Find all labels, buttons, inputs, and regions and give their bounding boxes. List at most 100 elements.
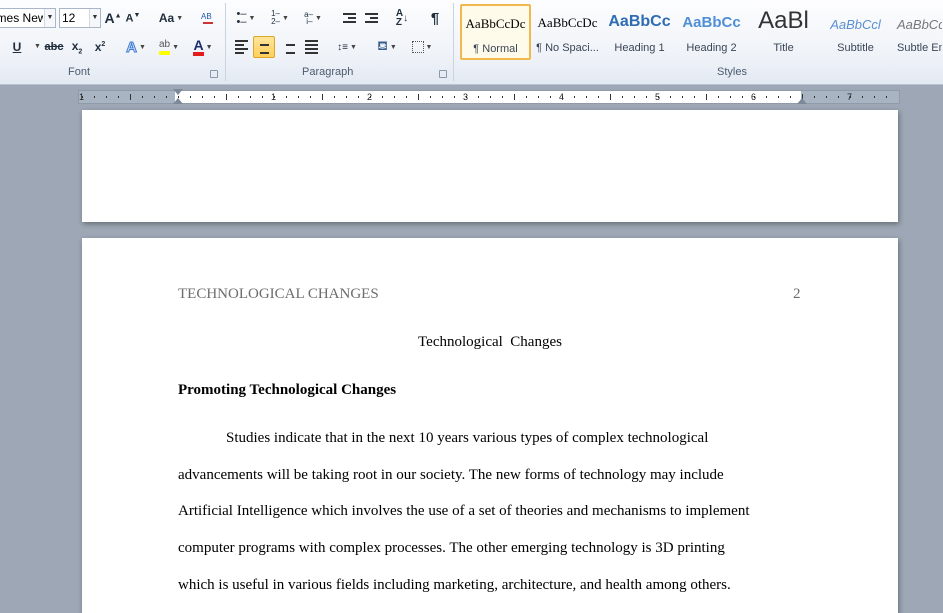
hanging-indent-marker[interactable]: [173, 98, 183, 104]
style-name: ¶ Normal: [473, 43, 518, 55]
paragraph-group-label: Paragraph: [302, 66, 354, 78]
bullets-button[interactable]: •– •– ▼: [231, 7, 261, 29]
ruler-tick: [694, 96, 695, 98]
grow-font-icon: A▲: [104, 10, 122, 26]
chevron-down-icon: ▼: [205, 43, 213, 51]
font-size-combo[interactable]: 12 ▼: [59, 8, 101, 28]
document-page-2[interactable]: TECHNOLOGICAL CHANGES 2 Technological Ch…: [82, 238, 898, 613]
align-left-button[interactable]: [230, 36, 252, 58]
right-indent-marker[interactable]: [797, 98, 807, 104]
text-effects-button[interactable]: A ▼: [122, 36, 150, 58]
ruler-tick: [622, 96, 623, 98]
ruler-tick: [550, 96, 551, 98]
paragraph-line: Artificial Intelligence which involves t…: [178, 503, 750, 519]
ruler-number: 6: [751, 92, 757, 102]
ruler-tick: [298, 96, 299, 98]
ruler-number: 4: [559, 92, 565, 102]
ruler-tick: [814, 96, 815, 98]
shading-button[interactable]: ⛾ ▼: [372, 36, 402, 58]
change-case-button[interactable]: Aa ▼: [157, 7, 185, 29]
align-left-icon: [234, 40, 248, 54]
font-color-button[interactable]: A ▼: [188, 36, 218, 58]
font-color-icon: A: [193, 38, 204, 56]
first-line-indent-marker[interactable]: [173, 89, 183, 95]
font-group-label: Font: [68, 66, 91, 78]
ruler-tick: [154, 96, 155, 98]
multilevel-list-button[interactable]: a– i– ▼: [299, 7, 327, 29]
ruler-number: 3: [463, 92, 469, 102]
style-subtle-emphasis[interactable]: AaBbCcDc Subtle Em...: [892, 4, 943, 60]
show-formatting-marks-button[interactable]: ¶: [425, 7, 445, 29]
highlight-button[interactable]: ab ▼: [154, 36, 184, 58]
style-name: Subtitle: [837, 42, 874, 54]
style-heading-2[interactable]: AaBbCc Heading 2: [676, 4, 747, 60]
group-divider: [225, 3, 226, 81]
ruler-tick: [418, 94, 419, 100]
chevron-down-icon: ▼: [314, 14, 322, 22]
horizontal-ruler[interactable]: 1 1 2 3 4 5 6 7: [78, 89, 900, 104]
ruler-tick: [94, 96, 95, 98]
style-subtitle[interactable]: AaBbCcl Subtitle: [820, 4, 891, 60]
underline-button[interactable]: U: [8, 36, 26, 58]
align-right-button[interactable]: [277, 36, 299, 58]
style-no-spacing[interactable]: AaBbCcDc ¶ No Spaci...: [532, 4, 603, 60]
paragraph-dialog-launcher-icon[interactable]: [439, 70, 447, 78]
font-name-combo[interactable]: Times New Roman ▼: [0, 8, 56, 28]
chevron-down-icon: ▼: [389, 43, 397, 51]
ruler-tick: [142, 96, 143, 98]
ruler-tick: [346, 96, 347, 98]
ruler-tick: [322, 94, 323, 100]
ruler-tick: [382, 96, 383, 98]
chevron-down-icon[interactable]: ▼: [34, 43, 41, 50]
style-normal[interactable]: AaBbCcDc ¶ Normal: [460, 4, 531, 60]
font-dialog-launcher-icon[interactable]: [210, 70, 218, 78]
style-title[interactable]: AaBl Title: [748, 4, 819, 60]
change-case-icon: Aa: [158, 11, 175, 25]
ruler-tick: [778, 96, 779, 98]
running-head: TECHNOLOGICAL CHANGES: [178, 286, 379, 302]
page-number: 2: [793, 286, 801, 302]
strikethrough-button[interactable]: abc: [43, 36, 65, 58]
align-center-button[interactable]: [253, 36, 275, 58]
ruler-tick: [334, 96, 335, 98]
numbering-button[interactable]: 1– 2– ▼: [265, 7, 295, 29]
ruler-number: 1: [79, 92, 85, 102]
chevron-down-icon[interactable]: ▼: [89, 9, 100, 27]
ruler-tick: [682, 96, 683, 98]
style-name: Heading 1: [614, 42, 665, 54]
shrink-font-button[interactable]: A▼: [124, 7, 142, 29]
style-heading-1[interactable]: AaBbCc Heading 1: [604, 4, 675, 60]
pilcrow-icon: ¶: [430, 9, 440, 27]
borders-button[interactable]: ▼: [407, 36, 437, 58]
ruler-tick: [718, 96, 719, 98]
ruler-tick: [166, 96, 167, 98]
grow-font-button[interactable]: A▲: [104, 7, 122, 29]
ruler-tick: [286, 96, 287, 98]
decrease-indent-icon: [342, 13, 356, 23]
paragraph-line: advancements will be taking root in our …: [178, 467, 724, 483]
ruler-tick: [730, 96, 731, 98]
line-spacing-button[interactable]: ↕≡ ▼: [333, 36, 361, 58]
subscript-button[interactable]: x2: [68, 36, 86, 58]
justify-button[interactable]: [300, 36, 322, 58]
ruler-tick: [118, 96, 119, 98]
increase-indent-button[interactable]: [361, 7, 381, 29]
ruler-tick: [862, 96, 863, 98]
chevron-down-icon[interactable]: ▼: [44, 9, 55, 27]
ruler-tick: [886, 96, 887, 98]
ruler-tick: [406, 96, 407, 98]
superscript-button[interactable]: x2: [91, 36, 109, 58]
ruler-number: 5: [655, 92, 661, 102]
ruler-tick: [238, 96, 239, 98]
ruler-tick: [430, 96, 431, 98]
clear-formatting-button[interactable]: AB: [197, 7, 219, 29]
ruler-tick: [538, 96, 539, 98]
ruler-number: 2: [367, 92, 373, 102]
ruler-tick: [478, 96, 479, 98]
font-name-value: Times New Roman: [0, 11, 43, 25]
style-name: Title: [773, 42, 794, 54]
document-page-1[interactable]: [82, 110, 898, 222]
sort-button[interactable]: A Z ↓: [391, 7, 413, 29]
numbering-icon: 1– 2–: [271, 9, 280, 26]
decrease-indent-button[interactable]: [339, 7, 359, 29]
